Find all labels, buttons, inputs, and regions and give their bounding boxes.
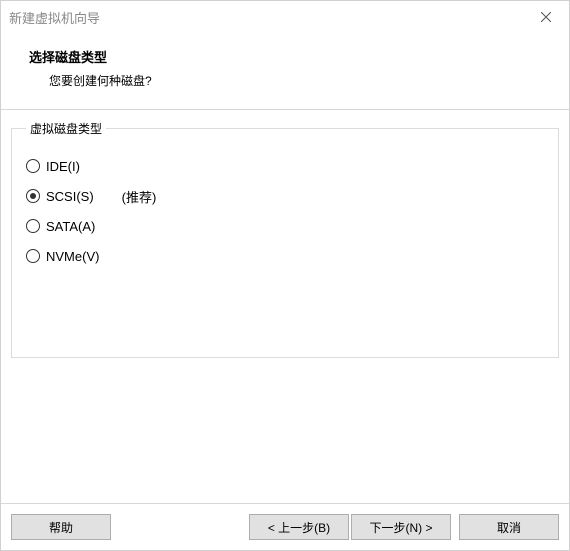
titlebar: 新建虚拟机向导: [1, 1, 569, 33]
radio-label-sata: SATA(A): [46, 219, 95, 234]
header-area: 选择磁盘类型 您要创建何种磁盘?: [1, 33, 569, 109]
radio-label-scsi: SCSI(S): [46, 189, 94, 204]
cancel-button[interactable]: 取消: [459, 514, 559, 540]
radio-label-ide: IDE(I): [46, 159, 80, 174]
radio-icon: [26, 219, 40, 233]
fieldset-legend: 虚拟磁盘类型: [26, 120, 106, 137]
radio-icon: [26, 189, 40, 203]
footer-divider: [1, 503, 569, 504]
radio-group: IDE(I) SCSI(S) (推荐) SATA(A) NVMe(V): [26, 147, 544, 271]
page-title: 选择磁盘类型: [29, 47, 541, 66]
page-subtitle: 您要创建何种磁盘?: [29, 72, 541, 89]
help-button[interactable]: 帮助: [11, 514, 111, 540]
button-bar: 帮助 < 上一步(B) 下一步(N) > 取消: [1, 514, 569, 540]
back-button[interactable]: < 上一步(B): [249, 514, 349, 540]
radio-option-ide[interactable]: IDE(I): [26, 151, 544, 181]
radio-option-scsi[interactable]: SCSI(S) (推荐): [26, 181, 544, 211]
radio-label-nvme: NVMe(V): [46, 249, 99, 264]
radio-option-nvme[interactable]: NVMe(V): [26, 241, 544, 271]
window-title: 新建虚拟机向导: [9, 8, 100, 27]
next-button[interactable]: 下一步(N) >: [351, 514, 451, 540]
content-area: 虚拟磁盘类型 IDE(I) SCSI(S) (推荐) SATA(A) NVMe(…: [1, 110, 569, 358]
radio-option-sata[interactable]: SATA(A): [26, 211, 544, 241]
close-icon: [541, 12, 551, 22]
close-button[interactable]: [523, 1, 569, 33]
radio-icon: [26, 249, 40, 263]
radio-note-scsi: (推荐): [122, 187, 157, 206]
disk-type-fieldset: 虚拟磁盘类型 IDE(I) SCSI(S) (推荐) SATA(A) NVMe(…: [11, 120, 559, 358]
radio-icon: [26, 159, 40, 173]
